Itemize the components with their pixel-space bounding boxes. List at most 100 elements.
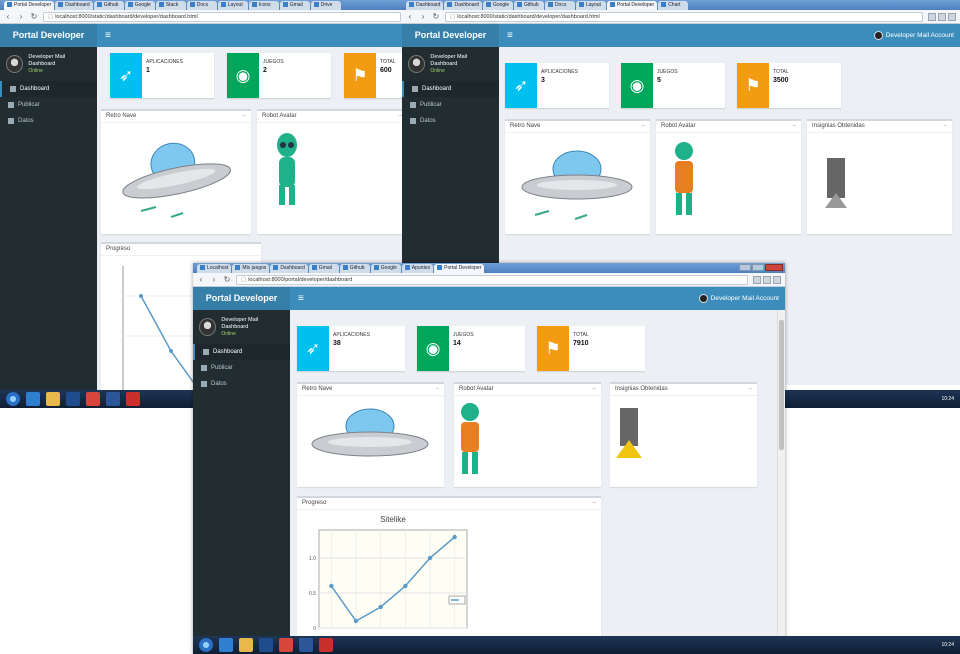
browser-tab[interactable]: Mis juegos xyxy=(232,264,270,273)
browser-tab[interactable]: Gmail xyxy=(308,264,339,273)
url-input[interactable]: ▢ localhost:8000/static/dashboard/develop… xyxy=(43,11,401,22)
media-icon[interactable] xyxy=(259,638,273,652)
star-icon[interactable] xyxy=(928,12,936,21)
maximize-icon[interactable] xyxy=(752,264,764,271)
media-icon[interactable] xyxy=(66,392,80,406)
forward-icon[interactable]: › xyxy=(419,12,427,21)
sidebar-item-datos[interactable]: Datos xyxy=(193,376,290,392)
browser-tab[interactable]: Drive xyxy=(310,1,341,10)
browser-tab[interactable]: Dashboard xyxy=(444,1,482,10)
chrome-icon[interactable] xyxy=(86,392,100,406)
browser-tab[interactable]: Google xyxy=(370,264,401,273)
browser-tab[interactable]: Localhost xyxy=(197,264,232,273)
sidebar-item-publicar[interactable]: Publicar xyxy=(193,360,290,376)
browser-tab[interactable]: Stack xyxy=(155,1,186,10)
collapse-icon[interactable]: – xyxy=(793,121,796,132)
brand-logo[interactable]: Portal Developer xyxy=(0,24,97,47)
folder-icon[interactable] xyxy=(239,638,253,652)
word-icon[interactable] xyxy=(299,638,313,652)
browser-tab[interactable]: Portal Developer xyxy=(434,264,485,273)
user-menu-label: Developer Mail Account xyxy=(710,295,779,302)
extension-icon[interactable] xyxy=(763,275,771,284)
browser-tab[interactable]: Github xyxy=(339,264,370,273)
browser-tab[interactable]: Github xyxy=(513,1,544,10)
browser-tab[interactable]: Github xyxy=(93,1,124,10)
user-menu[interactable]: Developer Mail Account xyxy=(698,294,779,303)
collapse-icon[interactable]: – xyxy=(944,121,947,132)
collapse-icon[interactable]: – xyxy=(243,111,246,122)
start-icon[interactable] xyxy=(6,392,20,406)
browser-tab[interactable]: Apuntes xyxy=(401,264,434,273)
menu-toggle-icon[interactable]: ≡ xyxy=(298,293,304,304)
extension-icon[interactable] xyxy=(938,12,946,21)
collapse-icon[interactable]: – xyxy=(593,498,596,509)
sidebar-item-datos[interactable]: Datos xyxy=(402,113,499,129)
browser-tab[interactable]: Chart xyxy=(658,1,689,10)
ufo-image xyxy=(311,408,429,457)
reload-icon[interactable]: ↻ xyxy=(30,12,38,21)
browser-tab[interactable]: Portal Developer xyxy=(4,1,55,10)
data-point xyxy=(353,618,359,624)
forward-icon[interactable]: › xyxy=(210,275,218,284)
close-icon[interactable] xyxy=(765,264,783,271)
menu-toggle-icon[interactable]: ≡ xyxy=(507,30,513,41)
sidebar-item-dashboard[interactable]: Dashboard xyxy=(193,344,290,360)
favicon-icon xyxy=(273,265,279,271)
scrollbar-thumb[interactable] xyxy=(779,320,784,450)
reload-icon[interactable]: ↻ xyxy=(223,275,231,284)
browser-tab[interactable]: Layout xyxy=(575,1,606,10)
collapse-icon[interactable]: – xyxy=(436,384,439,395)
browser-tab[interactable]: Dashboard xyxy=(270,264,308,273)
chrome-icon[interactable] xyxy=(279,638,293,652)
pdf-icon[interactable] xyxy=(126,392,140,406)
browser-tab[interactable]: Dashboard xyxy=(406,1,444,10)
pdf-icon[interactable] xyxy=(319,638,333,652)
browser-tab[interactable]: Portal Developer xyxy=(606,1,658,10)
sidebar-item-dashboard[interactable]: Dashboard xyxy=(0,81,97,97)
browser-tab[interactable]: Icons xyxy=(248,1,279,10)
tab-label: Mis juegos xyxy=(242,265,267,271)
stat-box-total: ⚑ Total 3500 xyxy=(737,63,841,108)
sidebar-item-publicar[interactable]: Publicar xyxy=(402,97,499,113)
tab-label: Dashboard xyxy=(65,2,90,8)
scrollbar[interactable] xyxy=(777,310,785,654)
start-icon[interactable] xyxy=(199,638,213,652)
star-icon[interactable] xyxy=(753,275,761,284)
browser-tab[interactable]: Gmail xyxy=(279,1,310,10)
back-icon[interactable]: ‹ xyxy=(406,12,414,21)
menu-icon[interactable] xyxy=(948,12,956,21)
sidebar-item-publicar[interactable]: Publicar xyxy=(0,97,97,113)
clock: 10:24 xyxy=(941,642,954,648)
collapse-icon[interactable]: – xyxy=(642,121,645,132)
favicon-icon xyxy=(373,265,379,271)
back-icon[interactable]: ‹ xyxy=(197,275,205,284)
favicon-icon xyxy=(342,265,348,271)
ie-icon[interactable] xyxy=(219,638,233,652)
folder-icon[interactable] xyxy=(46,392,60,406)
browser-tab[interactable]: Docs xyxy=(186,1,217,10)
forward-icon[interactable]: › xyxy=(17,12,25,21)
ie-icon[interactable] xyxy=(26,392,40,406)
brand-logo[interactable]: Portal Developer xyxy=(402,24,499,47)
word-icon[interactable] xyxy=(106,392,120,406)
reload-icon[interactable]: ↻ xyxy=(432,12,440,21)
collapse-icon[interactable]: – xyxy=(749,384,752,395)
url-input[interactable]: ▢ localhost:8000/static/dashboard/develop… xyxy=(445,11,923,22)
browser-tab[interactable]: Google xyxy=(124,1,155,10)
sidebar-item-datos[interactable]: Datos xyxy=(0,113,97,129)
url-input[interactable]: ▢ localhost:8000/portal/developer/dashboa… xyxy=(236,274,748,285)
browser-tab[interactable]: Google xyxy=(482,1,513,10)
back-icon[interactable]: ‹ xyxy=(4,12,12,21)
menu-toggle-icon[interactable]: ≡ xyxy=(105,30,111,41)
chart-title: Sitelike xyxy=(380,515,406,524)
browser-tab[interactable]: Dashboard xyxy=(55,1,93,10)
collapse-icon[interactable]: – xyxy=(593,384,596,395)
menu-icon[interactable] xyxy=(773,275,781,284)
box-title: Robot Avatar xyxy=(459,386,494,392)
user-menu[interactable]: Developer Mail Account xyxy=(873,31,954,40)
browser-tab[interactable]: Docs xyxy=(544,1,575,10)
sidebar-item-dashboard[interactable]: Dashboard xyxy=(402,81,499,97)
minimize-icon[interactable] xyxy=(739,264,751,271)
brand-logo[interactable]: Portal Developer xyxy=(193,287,290,310)
browser-tab[interactable]: Layout xyxy=(217,1,248,10)
